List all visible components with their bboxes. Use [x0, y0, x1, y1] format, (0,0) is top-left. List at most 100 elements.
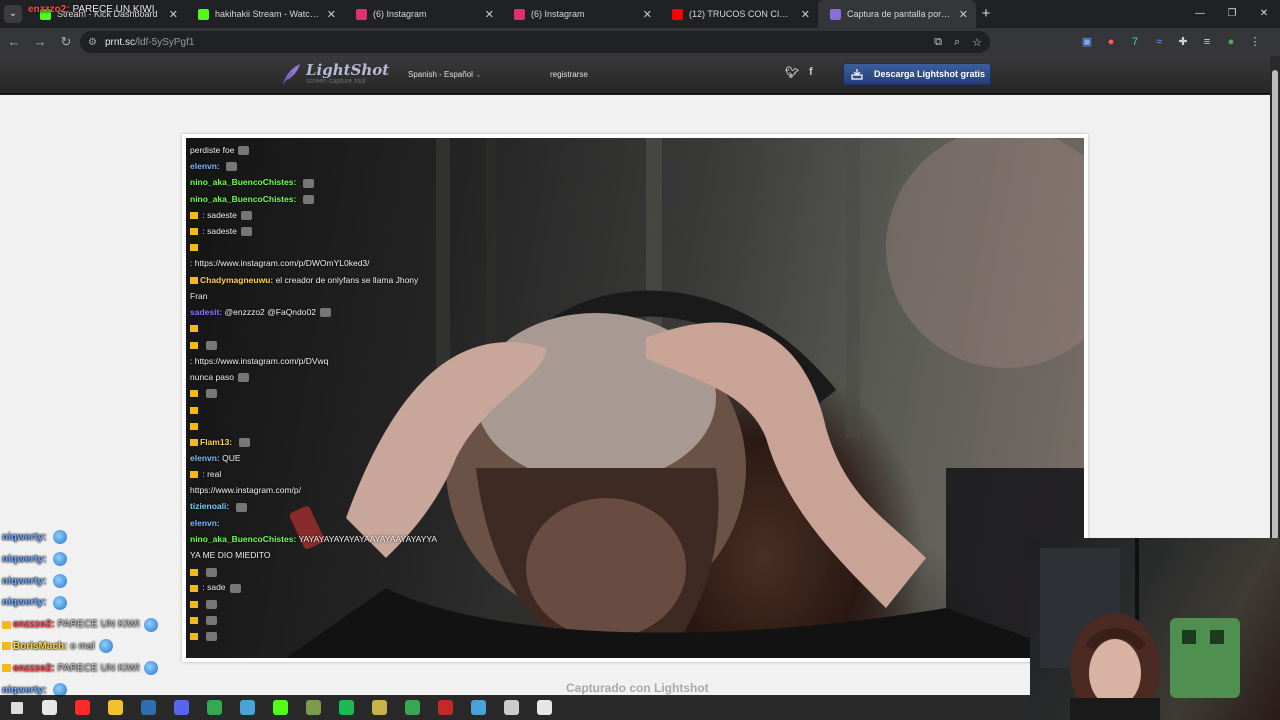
media-control-icon[interactable]: ≡	[1198, 31, 1216, 53]
url-text[interactable]: prnt.sc/ldf-5ySyPgf1	[105, 37, 195, 48]
chat-message	[190, 417, 450, 433]
globe-emote-icon	[143, 617, 158, 632]
forward-icon[interactable]: →	[28, 30, 52, 54]
chat-username: nino_aka_BuencoChistes:	[190, 533, 297, 544]
register-link[interactable]: registrarse	[550, 70, 588, 79]
lightshot-logo[interactable]: LightShot screen capture tool	[280, 62, 389, 86]
search-icon[interactable]	[33, 695, 66, 720]
zoom-icon[interactable]: ⌕	[954, 36, 960, 49]
facebook-icon[interactable]: f	[809, 66, 813, 79]
tab-search-icon[interactable]: ⌄	[4, 5, 22, 23]
crown-badge-icon	[2, 620, 11, 629]
close-window-icon[interactable]: ✕	[1248, 0, 1280, 28]
tab-label: hakihakii Stream - Watch Live o	[215, 9, 320, 19]
app-glasses-icon[interactable]	[363, 695, 396, 720]
extension-wave-icon[interactable]: ≈	[1150, 31, 1168, 53]
file-explorer-icon-glyph	[108, 700, 123, 715]
url-path: /ldf-5ySyPgf1	[134, 36, 195, 48]
profile-avatar-icon[interactable]: ●	[1222, 31, 1240, 53]
tab-label: Captura de pantalla por Lightsh	[847, 9, 952, 19]
file-explorer-icon[interactable]	[99, 695, 132, 720]
overlay-chat-username: niqwerty:	[2, 553, 47, 565]
settings-icon-glyph	[537, 700, 552, 715]
twitter-icon[interactable]: 🐦︎	[785, 66, 799, 79]
address-bar[interactable]: ⚙ prnt.sc/ldf-5ySyPgf1 ⧉ ⌕ ☆	[80, 31, 990, 53]
language-selector[interactable]: Spanish - Español ⌄	[408, 70, 482, 79]
install-app-icon[interactable]: ⧉	[934, 36, 942, 49]
logo-tagline: screen capture tool	[306, 78, 366, 85]
start-button[interactable]	[0, 695, 33, 720]
tab-favicon-icon	[830, 8, 841, 20]
app-c-icon-glyph	[240, 700, 255, 715]
close-tab-icon[interactable]: ✕	[169, 8, 178, 21]
chevron-down-icon: ⌄	[475, 70, 482, 79]
settings-icon[interactable]	[528, 695, 561, 720]
feather-icon	[282, 64, 300, 85]
voice-meeter-icon[interactable]	[429, 695, 462, 720]
taskbar-overlay-message: enzzzo2: PARECE UN KIWI	[28, 4, 155, 15]
chrome-icon[interactable]	[396, 695, 429, 720]
browser-tab[interactable]: Captura de pantalla por Lightsh ✕	[818, 0, 976, 28]
site-info-icon[interactable]: ⚙	[88, 37, 97, 48]
window-controls: — ❐ ✕	[1184, 0, 1280, 28]
emote-icon	[237, 373, 249, 383]
app-c-icon[interactable]	[231, 695, 264, 720]
close-tab-icon[interactable]: ✕	[327, 8, 336, 21]
extension-badge-icon[interactable]: ●	[1102, 31, 1120, 53]
chat-message: nino_aka_BuencoChistes:	[190, 191, 450, 207]
globe-emote-icon	[98, 639, 113, 654]
stream-chat: perdiste foe elenvn: nino_aka_BuencoChist…	[190, 142, 450, 644]
globe-emote-icon	[53, 530, 68, 545]
emote-icon	[302, 178, 314, 188]
download-icon	[851, 69, 863, 80]
screenshot-image[interactable]: perdiste foe elenvn: nino_aka_BuencoChist…	[182, 134, 1088, 662]
kick-icon[interactable]	[264, 695, 297, 720]
tab-favicon-icon	[356, 8, 367, 20]
discord-icon-glyph	[174, 700, 189, 715]
app-shield-icon[interactable]	[495, 695, 528, 720]
new-tab-button[interactable]: +	[976, 0, 996, 28]
tab-label: (12) TRUCOS CON CIGARRO 2	[689, 9, 794, 19]
minimize-icon[interactable]: —	[1184, 0, 1216, 28]
browser-tab[interactable]: (6) Instagram ✕	[502, 0, 660, 28]
extension-translate-icon[interactable]: ▣	[1078, 31, 1096, 53]
restore-icon[interactable]: ❐	[1216, 0, 1248, 28]
chat-message: nunca paso	[190, 369, 450, 385]
chat-username: elenvn:	[190, 161, 220, 172]
steam-icon[interactable]	[132, 695, 165, 720]
close-tab-icon[interactable]: ✕	[801, 8, 810, 21]
globe-emote-icon	[53, 552, 68, 567]
spotify-icon[interactable]	[330, 695, 363, 720]
close-tab-icon[interactable]: ✕	[643, 8, 652, 21]
emote-icon	[319, 308, 331, 318]
chat-text: : sade	[202, 582, 226, 593]
overlay-chat-username: enzzzo2:	[13, 662, 55, 674]
emote-icon	[240, 211, 252, 221]
chat-message	[190, 385, 450, 401]
reload-icon[interactable]: ↻	[54, 30, 78, 54]
extensions-puzzle-icon[interactable]: ✚	[1174, 31, 1192, 53]
chat-message: YA ME DIO MIEDITO	[190, 547, 450, 563]
extension-7tv-icon[interactable]: 7	[1126, 31, 1144, 53]
menu-kebab-icon[interactable]: ⋮	[1246, 31, 1264, 53]
browser-tab[interactable]: hakihakii Stream - Watch Live o ✕	[186, 0, 344, 28]
emote-icon	[226, 162, 238, 172]
app-c-icon[interactable]	[462, 695, 495, 720]
discord-icon[interactable]	[165, 695, 198, 720]
bookmark-star-icon[interactable]: ☆	[972, 36, 982, 49]
minecraft-icon[interactable]	[297, 695, 330, 720]
download-button[interactable]: Descarga Lightshot gratis	[843, 63, 991, 85]
crown-badge-icon	[190, 341, 198, 349]
close-tab-icon[interactable]: ✕	[485, 8, 494, 21]
chat-message: Flam13:	[190, 434, 450, 450]
chat-message	[190, 563, 450, 579]
back-icon[interactable]: ←	[2, 30, 26, 54]
youtube-icon[interactable]	[66, 695, 99, 720]
emote-icon	[240, 227, 252, 237]
chrome-icon[interactable]	[198, 695, 231, 720]
close-tab-icon[interactable]: ✕	[959, 8, 968, 21]
emote-icon	[206, 389, 218, 399]
browser-tab[interactable]: (12) TRUCOS CON CIGARRO 2 ✕	[660, 0, 818, 28]
chat-text: https://www.instagram.com/p/	[190, 485, 302, 496]
browser-tab[interactable]: (6) Instagram ✕	[344, 0, 502, 28]
